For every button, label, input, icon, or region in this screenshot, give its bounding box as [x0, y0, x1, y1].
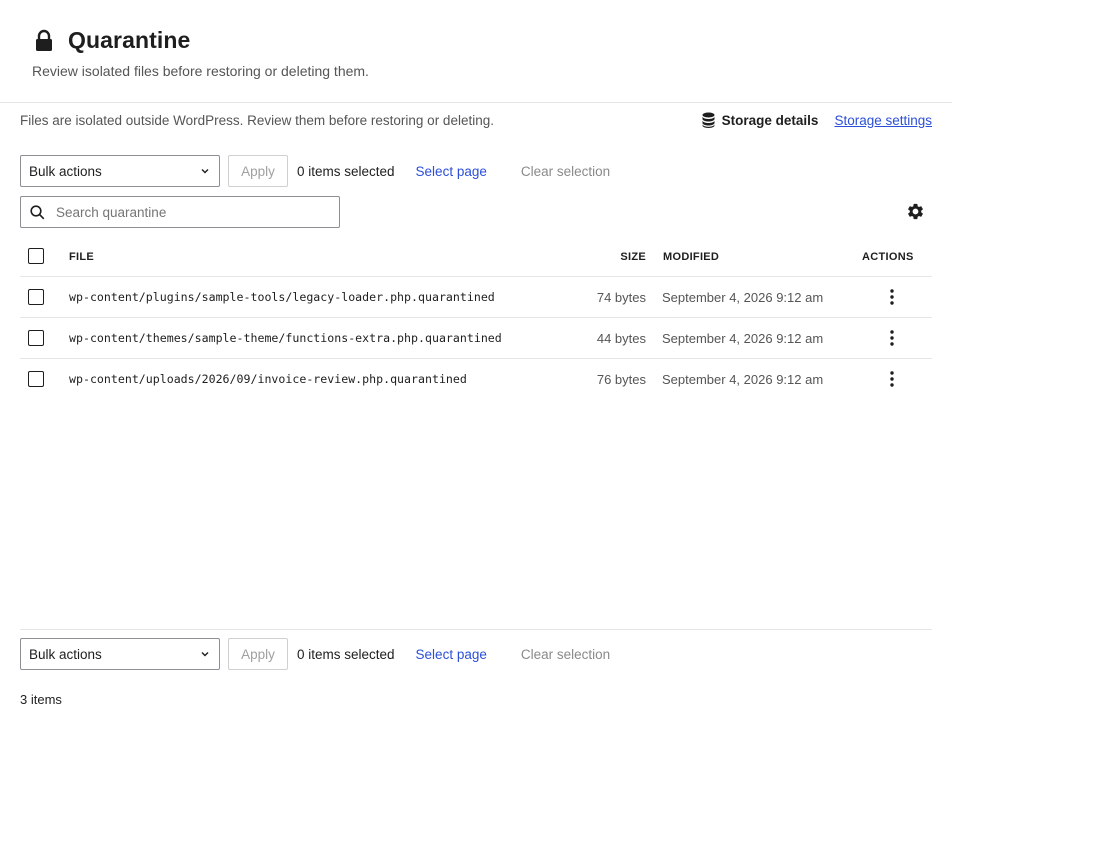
more-vertical-icon[interactable]	[885, 370, 899, 388]
clear-selection-link[interactable]: Clear selection	[521, 647, 610, 662]
search-box[interactable]	[20, 196, 340, 228]
file-size: 76 bytes	[596, 372, 646, 387]
column-actions: ACTIONS	[862, 251, 914, 263]
storage-details-label: Storage details	[721, 112, 819, 128]
file-size: 74 bytes	[596, 290, 646, 305]
more-vertical-icon[interactable]	[885, 329, 899, 347]
bulk-actions-select[interactable]: Bulk actions	[20, 155, 220, 187]
select-page-link[interactable]: Select page	[416, 164, 487, 179]
file-size: 44 bytes	[596, 331, 646, 346]
items-total: 3 items	[20, 692, 62, 707]
selected-count: 0 items selected	[297, 646, 395, 662]
isolation-notice: Files are isolated outside WordPress. Re…	[20, 112, 494, 128]
lock-icon	[36, 29, 52, 51]
chevron-down-icon	[201, 169, 209, 174]
page-title: Quarantine	[68, 27, 191, 53]
column-modified[interactable]: MODIFIED	[663, 251, 719, 263]
file-path: wp-content/plugins/sample-tools/legacy-l…	[69, 290, 495, 304]
table-row: wp-content/themes/sample-theme/functions…	[20, 318, 932, 359]
bulk-actions-value: Bulk actions	[29, 163, 102, 179]
table-row: wp-content/plugins/sample-tools/legacy-l…	[20, 277, 932, 318]
bulk-actions-value: Bulk actions	[29, 646, 102, 662]
search-icon	[30, 204, 45, 219]
footer-divider	[20, 629, 932, 630]
page-subtitle: Review isolated files before restoring o…	[32, 63, 369, 79]
row-checkbox[interactable]	[28, 330, 44, 346]
storage-details-button[interactable]: Storage details	[702, 112, 819, 128]
title-row: Quarantine	[34, 27, 190, 54]
select-all-checkbox[interactable]	[28, 248, 44, 264]
file-modified: September 4, 2026 9:12 am	[662, 290, 824, 305]
apply-button[interactable]: Apply	[228, 638, 288, 670]
database-icon	[702, 112, 715, 128]
search-input[interactable]	[54, 203, 324, 221]
row-checkbox[interactable]	[28, 289, 44, 305]
selected-count: 0 items selected	[297, 163, 395, 179]
storage-links: Storage details Storage settings	[702, 112, 932, 128]
file-modified: September 4, 2026 9:12 am	[662, 372, 824, 387]
storage-settings-link[interactable]: Storage settings	[834, 113, 932, 128]
clear-selection-link[interactable]: Clear selection	[521, 164, 610, 179]
file-path: wp-content/uploads/2026/09/invoice-revie…	[69, 372, 467, 386]
select-page-link[interactable]: Select page	[416, 647, 487, 662]
chevron-down-icon	[201, 652, 209, 657]
quarantine-table: FILE SIZE MODIFIED ACTIONS wp-content/pl…	[20, 236, 932, 400]
bulk-actions-top: Bulk actions Apply 0 items selected Sele…	[20, 155, 610, 187]
more-vertical-icon[interactable]	[885, 288, 899, 306]
bulk-actions-select[interactable]: Bulk actions	[20, 638, 220, 670]
gear-icon[interactable]	[906, 202, 925, 221]
column-size[interactable]: SIZE	[620, 251, 646, 263]
row-checkbox[interactable]	[28, 371, 44, 387]
apply-button[interactable]: Apply	[228, 155, 288, 187]
page-header: Quarantine Review isolated files before …	[0, 0, 952, 103]
notice-row: Files are isolated outside WordPress. Re…	[20, 110, 932, 130]
column-file[interactable]: FILE	[69, 251, 94, 263]
bulk-actions-bottom: Bulk actions Apply 0 items selected Sele…	[20, 638, 610, 670]
file-path: wp-content/themes/sample-theme/functions…	[69, 331, 502, 345]
table-header: FILE SIZE MODIFIED ACTIONS	[20, 236, 932, 277]
table-row: wp-content/uploads/2026/09/invoice-revie…	[20, 359, 932, 400]
file-modified: September 4, 2026 9:12 am	[662, 331, 824, 346]
